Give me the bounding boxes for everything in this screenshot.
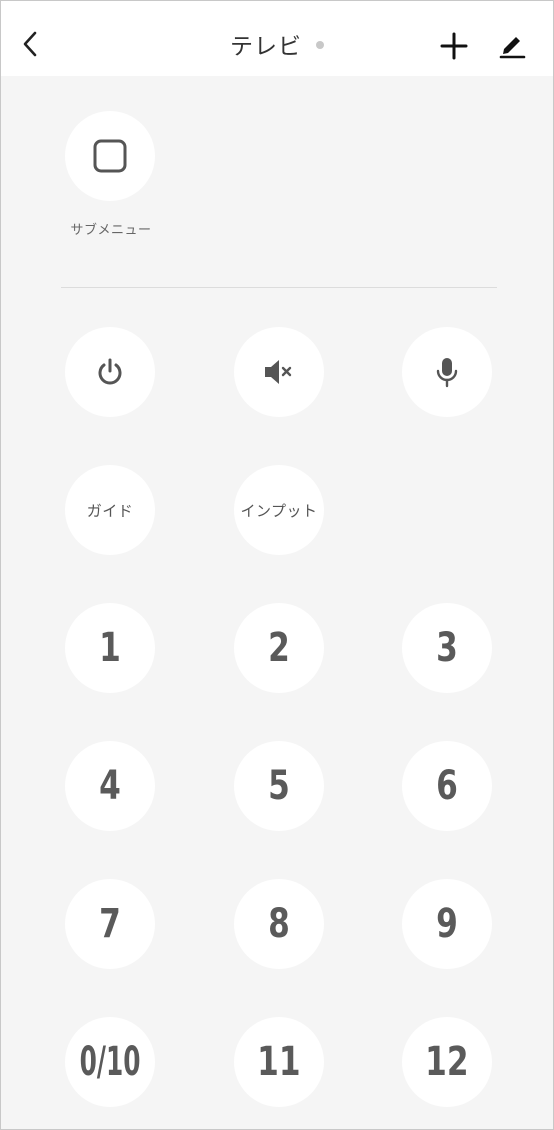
number-button-7[interactable]: 7 [65,879,155,969]
mute-button[interactable] [234,327,324,417]
number-button-4[interactable]: 4 [65,741,155,831]
pencil-icon [499,37,526,59]
number-button-12[interactable]: 12 [402,1017,492,1107]
voice-button[interactable] [402,327,492,417]
remote-screen: テレビ サブメニュー ガイド インプット 1 2 3 4 5 6 7 8 9 0… [0,0,554,1130]
microphone-icon [436,358,458,388]
number-button-3[interactable]: 3 [402,603,492,693]
edit-button[interactable] [495,29,529,63]
number-label: 0/10 [79,1039,141,1085]
number-button-2[interactable]: 2 [234,603,324,693]
number-label: 12 [425,1039,469,1085]
number-button-0-10[interactable]: 0/10 [65,1017,155,1107]
power-icon [98,358,122,385]
guide-label: ガイド [86,501,134,520]
number-label: 11 [257,1039,301,1085]
page-title: テレビ [230,34,302,60]
number-label: 9 [436,901,458,947]
number-button-5[interactable]: 5 [234,741,324,831]
number-button-11[interactable]: 11 [234,1017,324,1107]
number-button-6[interactable]: 6 [402,741,492,831]
number-button-1[interactable]: 1 [65,603,155,693]
add-button[interactable] [437,29,471,63]
number-label: 4 [99,763,121,809]
power-button[interactable] [65,327,155,417]
input-label: インプット [240,501,318,520]
number-label: 7 [99,901,121,947]
submenu-label: サブメニュー [70,223,152,238]
header-bar: テレビ [1,1,553,76]
submenu-button[interactable] [65,111,155,201]
guide-button[interactable]: ガイド [65,465,155,555]
number-label: 5 [268,763,290,809]
number-label: 3 [436,625,458,671]
number-label: 1 [99,625,121,671]
square-icon [93,139,127,173]
number-label: 6 [436,763,458,809]
mute-icon [265,360,292,384]
number-label: 8 [268,901,290,947]
number-label: 2 [268,625,290,671]
section-divider [61,287,497,288]
number-button-9[interactable]: 9 [402,879,492,969]
plus-icon [440,32,468,60]
number-button-8[interactable]: 8 [234,879,324,969]
status-dot-icon [316,41,324,49]
input-button[interactable]: インプット [234,465,324,555]
